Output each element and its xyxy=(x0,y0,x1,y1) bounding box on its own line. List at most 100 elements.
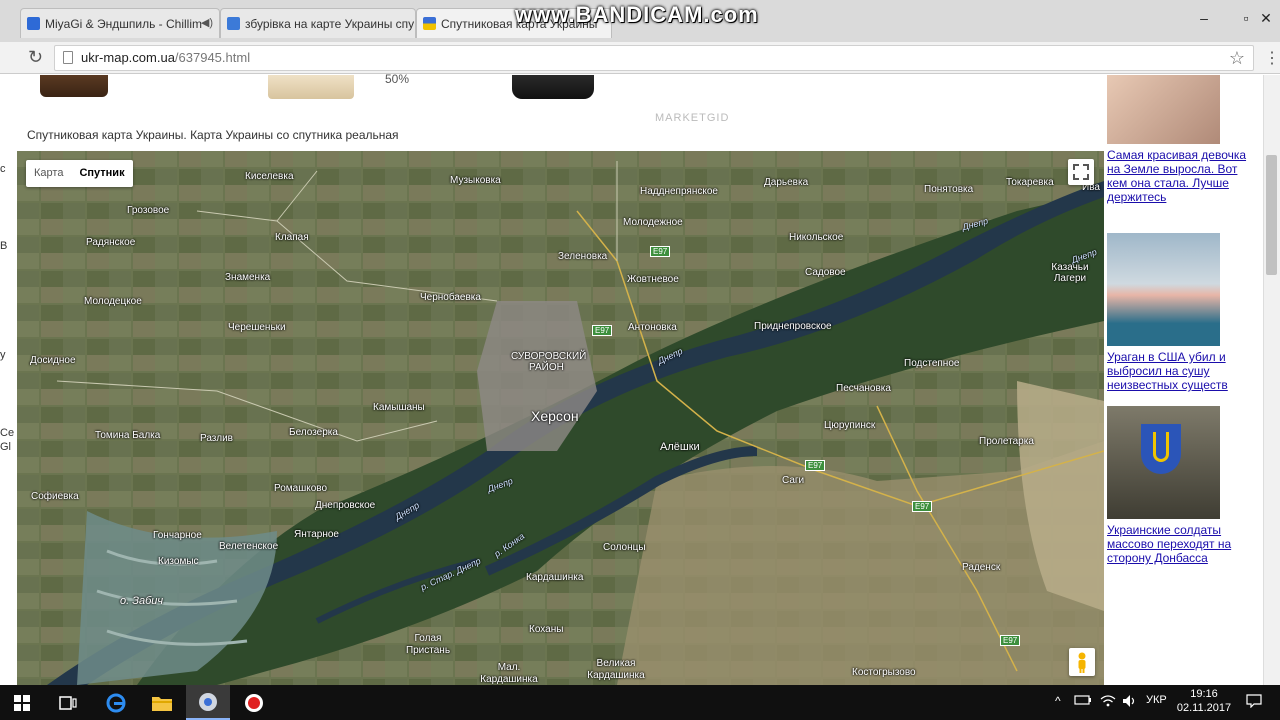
map-label[interactable]: Мал. Кардашинка xyxy=(479,662,539,685)
map-label[interactable]: Понятовка xyxy=(924,184,973,195)
close-icon[interactable]: ✕ xyxy=(1252,8,1280,28)
task-view-icon[interactable] xyxy=(46,685,90,720)
map-label-city[interactable]: Херсон xyxy=(531,408,579,424)
map-label[interactable]: Софиевка xyxy=(31,491,79,502)
scrollbar-thumb[interactable] xyxy=(1266,155,1277,275)
tab-search[interactable]: збурівка на карте Украины спу xyxy=(220,8,416,38)
sidebar-ad-1[interactable]: Самая красивая девочка на Земле выросла.… xyxy=(1107,75,1247,204)
map-label[interactable]: Белозерка xyxy=(289,427,338,438)
ad-thumbnail-soldiers[interactable] xyxy=(1107,406,1220,519)
map-label[interactable]: Великая Кардашинка xyxy=(586,658,646,682)
map-label[interactable]: Чернобаевка xyxy=(420,292,481,303)
menu-icon[interactable]: ⋮ xyxy=(1264,48,1280,68)
map-label[interactable]: Саги xyxy=(782,475,804,486)
map-label[interactable]: Томина Балка xyxy=(95,430,160,441)
map-label[interactable]: Музыковка xyxy=(450,175,501,186)
map-label[interactable]: Знаменка xyxy=(225,272,270,283)
map-label[interactable]: Песчановка xyxy=(836,383,891,394)
ad-bag-image[interactable] xyxy=(40,75,108,97)
map-label[interactable]: Костогрызово xyxy=(852,667,916,678)
map-label[interactable]: Молодежное xyxy=(623,217,683,228)
map-label[interactable]: Радeнск xyxy=(962,562,1000,573)
map-label[interactable]: Дарьевка xyxy=(764,177,808,188)
map-label[interactable]: Цюрупинск xyxy=(824,420,875,431)
map-label[interactable]: Ромашково xyxy=(274,483,327,494)
map-label[interactable]: Гончарное xyxy=(153,530,202,541)
file-explorer-icon[interactable] xyxy=(140,685,184,720)
map-label[interactable]: Камышаны xyxy=(373,402,425,413)
marketgid-label[interactable]: MARKETGID xyxy=(655,112,729,124)
tab-chillim[interactable]: MiyaGi & Эндшпиль - Chillim ◀) xyxy=(20,8,220,38)
notifications-icon[interactable] xyxy=(1246,694,1262,711)
map-type-satellite-button[interactable]: Спутник xyxy=(71,160,132,187)
tray-chevron-up-icon[interactable]: ^ xyxy=(1055,694,1061,708)
ad-link[interactable]: Ураган в США убил и выбросил на сушу неи… xyxy=(1107,350,1247,392)
battery-icon[interactable] xyxy=(1074,694,1092,709)
play-icon xyxy=(27,17,40,30)
map-label[interactable]: Разлив xyxy=(200,433,233,444)
bandicam-record-icon[interactable] xyxy=(232,685,276,720)
tab-title: збурівка на карте Украины спу xyxy=(245,16,415,31)
map-label[interactable]: Казачьи Лагери xyxy=(1050,262,1090,284)
map-label[interactable]: Киселевка xyxy=(245,171,294,182)
map-label[interactable]: Велетенское xyxy=(219,541,278,552)
bookmark-star-icon[interactable]: ☆ xyxy=(1229,46,1245,70)
ad-link[interactable]: Украинские солдаты массово переходят на … xyxy=(1107,523,1247,565)
map-label[interactable]: Надднепрянское xyxy=(640,186,718,197)
map-label[interactable]: Коханы xyxy=(529,624,563,635)
map-label[interactable]: Жовтневое xyxy=(627,274,679,285)
ad-link[interactable]: Самая красивая девочка на Земле выросла.… xyxy=(1107,148,1247,204)
map-label[interactable]: Никольское xyxy=(789,232,843,243)
map-label[interactable]: Солонцы xyxy=(603,542,646,553)
map-label[interactable]: Грозовое xyxy=(127,205,169,216)
language-indicator[interactable]: УКР xyxy=(1146,694,1167,706)
minimize-icon[interactable]: – xyxy=(1190,8,1218,28)
map-label[interactable]: Молодецкое xyxy=(84,296,142,307)
reload-icon[interactable]: ↻ xyxy=(28,47,43,68)
search-icon xyxy=(227,17,240,30)
map-label[interactable]: Досидное xyxy=(30,355,76,366)
map-label[interactable]: Приднепровское xyxy=(754,321,832,332)
speaker-icon[interactable]: ◀) xyxy=(201,16,213,29)
map-label[interactable]: Подстепное xyxy=(904,358,959,369)
map-label[interactable]: Черешеньки xyxy=(228,322,286,333)
map-type-map-button[interactable]: Карта xyxy=(26,160,71,187)
taskbar-clock[interactable]: 19:16 02.11.2017 xyxy=(1176,687,1232,715)
sidebar-ad-2[interactable]: Ураган в США убил и выбросил на сушу неи… xyxy=(1107,233,1247,392)
map-label[interactable]: Клапая xyxy=(275,232,309,243)
map-label[interactable]: Алёшки xyxy=(660,441,700,453)
map-label[interactable]: Пролетарка xyxy=(979,436,1034,447)
map-label[interactable]: о. Забич xyxy=(120,595,163,607)
map-label[interactable]: Зеленовка xyxy=(558,251,607,262)
map-label[interactable]: Садовое xyxy=(805,267,846,278)
street-view-pegman-icon[interactable] xyxy=(1069,648,1095,676)
url-host: ukr-map.com.ua xyxy=(81,50,175,65)
ad-thumbnail-shell[interactable] xyxy=(1107,233,1220,346)
address-bar[interactable]: ukr-map.com.ua/637945.html ☆ xyxy=(54,45,1254,71)
ad-purse-image[interactable] xyxy=(268,75,354,99)
map-label[interactable]: Антоновка xyxy=(628,322,677,333)
browser-toolbar: ↻ ukr-map.com.ua/637945.html ☆ xyxy=(0,42,1280,74)
map-label[interactable]: Кардашинка xyxy=(526,572,583,583)
edge-text: Gl xyxy=(0,441,11,453)
wifi-icon[interactable] xyxy=(1100,694,1116,711)
sidebar-ad-3[interactable]: Украинские солдаты массово переходят на … xyxy=(1107,406,1247,565)
map-label[interactable]: Янтарное xyxy=(294,529,339,540)
volume-icon[interactable] xyxy=(1122,694,1138,711)
map-label[interactable]: Кизомыс xyxy=(158,556,199,567)
road-shield: E97 xyxy=(805,460,826,471)
map-label[interactable]: Токаревка xyxy=(1006,177,1054,188)
start-windows-icon[interactable] xyxy=(0,685,44,720)
map-label[interactable]: Голая Пристань xyxy=(398,633,458,657)
satellite-map[interactable]: Киселевка Музыковка Надднепрянское Дарье… xyxy=(17,151,1104,685)
map-label[interactable]: Радянское xyxy=(86,237,135,248)
chrome-icon[interactable] xyxy=(186,685,230,720)
ad-thumbnail-girl[interactable] xyxy=(1107,75,1220,144)
ad-camera-image[interactable] xyxy=(512,75,594,99)
clock-date: 02.11.2017 xyxy=(1176,702,1232,714)
fullscreen-icon[interactable] xyxy=(1068,159,1094,185)
road-shield: E97 xyxy=(592,325,613,336)
edge-browser-icon[interactable] xyxy=(94,685,138,720)
map-label[interactable]: Днепровское xyxy=(315,500,375,511)
page-scrollbar[interactable] xyxy=(1263,75,1280,685)
